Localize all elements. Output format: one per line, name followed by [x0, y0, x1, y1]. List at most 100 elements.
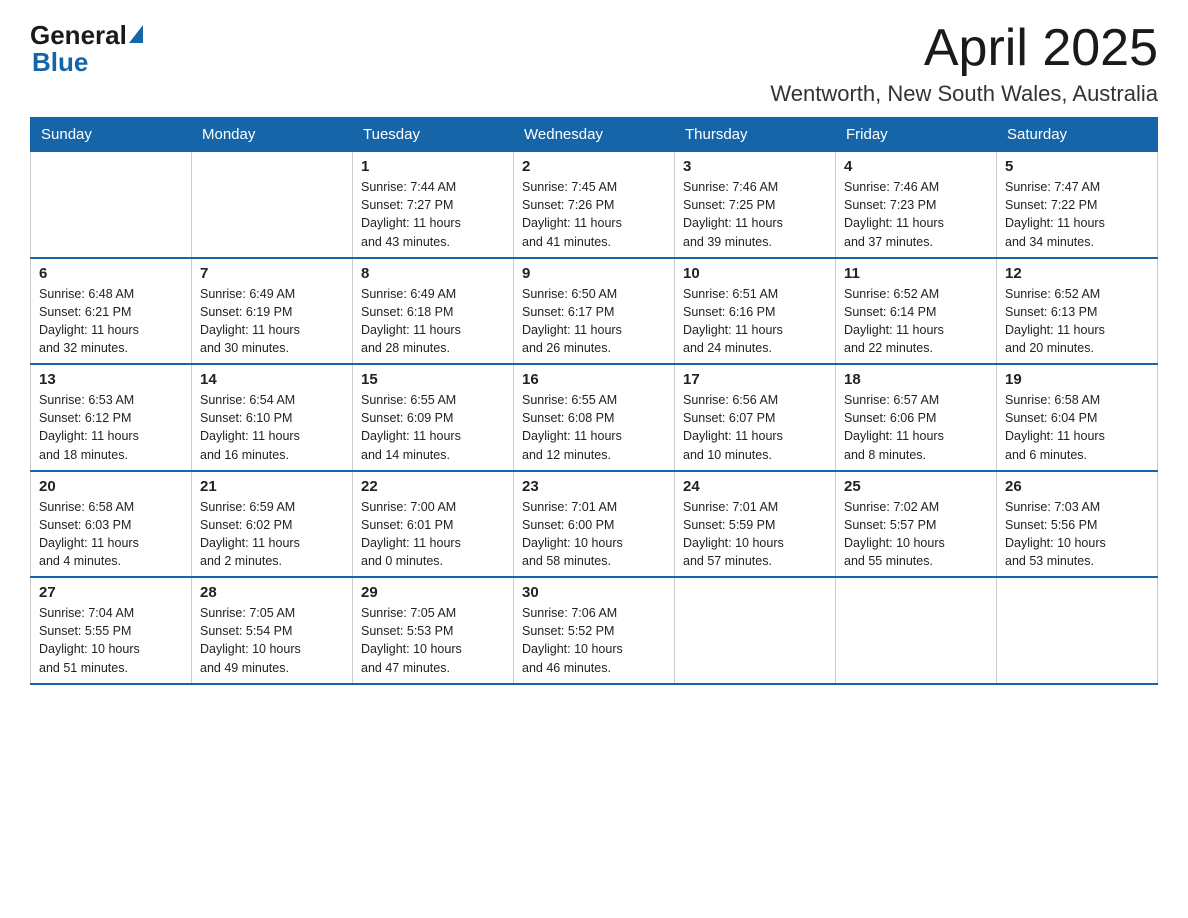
- day-info: Sunrise: 7:46 AMSunset: 7:25 PMDaylight:…: [683, 178, 827, 251]
- calendar-cell: 10Sunrise: 6:51 AMSunset: 6:16 PMDayligh…: [675, 258, 836, 365]
- calendar-cell: 22Sunrise: 7:00 AMSunset: 6:01 PMDayligh…: [353, 471, 514, 578]
- day-info: Sunrise: 7:01 AMSunset: 5:59 PMDaylight:…: [683, 498, 827, 571]
- calendar-header: SundayMondayTuesdayWednesdayThursdayFrid…: [31, 118, 1158, 152]
- day-number: 27: [39, 584, 183, 601]
- day-info: Sunrise: 6:57 AMSunset: 6:06 PMDaylight:…: [844, 391, 988, 464]
- day-info: Sunrise: 6:48 AMSunset: 6:21 PMDaylight:…: [39, 285, 183, 358]
- calendar-cell: 1Sunrise: 7:44 AMSunset: 7:27 PMDaylight…: [353, 152, 514, 258]
- day-number: 24: [683, 478, 827, 495]
- day-number: 15: [361, 371, 505, 388]
- week-row-3: 13 Sunrise: 6:53 AMSunset: 6:12 PMDayligh…: [31, 364, 1158, 471]
- calendar-cell: 18 Sunrise: 6:57 AMSunset: 6:06 PMDayligh…: [836, 364, 997, 471]
- day-number: 30: [522, 584, 666, 601]
- day-number: 20: [39, 478, 183, 495]
- day-info: Sunrise: 6:55 AMSunset: 6:08 PMDaylight:…: [522, 391, 666, 464]
- month-title: April 2025: [770, 20, 1158, 77]
- day-number: 3: [683, 158, 827, 175]
- day-number: 13: [39, 371, 183, 388]
- calendar-cell: [675, 577, 836, 684]
- day-of-week-monday: Monday: [192, 118, 353, 152]
- calendar-cell: 12Sunrise: 6:52 AMSunset: 6:13 PMDayligh…: [997, 258, 1158, 365]
- day-info: Sunrise: 7:02 AMSunset: 5:57 PMDaylight:…: [844, 498, 988, 571]
- day-number: 4: [844, 158, 988, 175]
- calendar-table: SundayMondayTuesdayWednesdayThursdayFrid…: [30, 117, 1158, 685]
- day-number: 26: [1005, 478, 1149, 495]
- calendar-cell: 11 Sunrise: 6:52 AMSunset: 6:14 PMDayligh…: [836, 258, 997, 365]
- day-number: 21: [200, 478, 344, 495]
- header: General Blue April 2025 Wentworth, New S…: [30, 20, 1158, 107]
- calendar-body: 1Sunrise: 7:44 AMSunset: 7:27 PMDaylight…: [31, 152, 1158, 684]
- day-number: 7: [200, 265, 344, 282]
- calendar-cell: 27 Sunrise: 7:04 AMSunset: 5:55 PMDayligh…: [31, 577, 192, 684]
- day-info: Sunrise: 6:58 AMSunset: 6:04 PMDaylight:…: [1005, 391, 1149, 464]
- calendar-cell: 30 Sunrise: 7:06 AMSunset: 5:52 PMDayligh…: [514, 577, 675, 684]
- day-info: Sunrise: 7:04 AMSunset: 5:55 PMDaylight:…: [39, 604, 183, 677]
- calendar-cell: 9 Sunrise: 6:50 AMSunset: 6:17 PMDaylight…: [514, 258, 675, 365]
- days-of-week-row: SundayMondayTuesdayWednesdayThursdayFrid…: [31, 118, 1158, 152]
- location-title: Wentworth, New South Wales, Australia: [770, 81, 1158, 107]
- calendar-cell: 17 Sunrise: 6:56 AMSunset: 6:07 PMDayligh…: [675, 364, 836, 471]
- day-info: Sunrise: 6:58 AMSunset: 6:03 PMDaylight:…: [39, 498, 183, 571]
- calendar-cell: 19 Sunrise: 6:58 AMSunset: 6:04 PMDayligh…: [997, 364, 1158, 471]
- day-number: 29: [361, 584, 505, 601]
- calendar-cell: 21 Sunrise: 6:59 AMSunset: 6:02 PMDayligh…: [192, 471, 353, 578]
- day-info: Sunrise: 7:45 AMSunset: 7:26 PMDaylight:…: [522, 178, 666, 251]
- day-of-week-sunday: Sunday: [31, 118, 192, 152]
- calendar-cell: 26Sunrise: 7:03 AMSunset: 5:56 PMDayligh…: [997, 471, 1158, 578]
- calendar-cell: 23 Sunrise: 7:01 AMSunset: 6:00 PMDayligh…: [514, 471, 675, 578]
- day-info: Sunrise: 7:05 AMSunset: 5:54 PMDaylight:…: [200, 604, 344, 677]
- day-number: 14: [200, 371, 344, 388]
- calendar-cell: 6Sunrise: 6:48 AMSunset: 6:21 PMDaylight…: [31, 258, 192, 365]
- day-info: Sunrise: 6:49 AMSunset: 6:18 PMDaylight:…: [361, 285, 505, 358]
- calendar-cell: 24 Sunrise: 7:01 AMSunset: 5:59 PMDayligh…: [675, 471, 836, 578]
- day-number: 22: [361, 478, 505, 495]
- day-number: 5: [1005, 158, 1149, 175]
- calendar-cell: 7 Sunrise: 6:49 AMSunset: 6:19 PMDaylight…: [192, 258, 353, 365]
- day-of-week-thursday: Thursday: [675, 118, 836, 152]
- day-info: Sunrise: 6:54 AMSunset: 6:10 PMDaylight:…: [200, 391, 344, 464]
- day-info: Sunrise: 7:46 AMSunset: 7:23 PMDaylight:…: [844, 178, 988, 251]
- day-of-week-wednesday: Wednesday: [514, 118, 675, 152]
- day-info: Sunrise: 7:06 AMSunset: 5:52 PMDaylight:…: [522, 604, 666, 677]
- logo-blue-text: Blue: [30, 47, 88, 78]
- calendar-cell: 13 Sunrise: 6:53 AMSunset: 6:12 PMDayligh…: [31, 364, 192, 471]
- week-row-4: 20 Sunrise: 6:58 AMSunset: 6:03 PMDayligh…: [31, 471, 1158, 578]
- day-info: Sunrise: 6:52 AMSunset: 6:14 PMDaylight:…: [844, 285, 988, 358]
- day-info: Sunrise: 6:53 AMSunset: 6:12 PMDaylight:…: [39, 391, 183, 464]
- calendar-cell: [997, 577, 1158, 684]
- title-area: April 2025 Wentworth, New South Wales, A…: [770, 20, 1158, 107]
- day-number: 16: [522, 371, 666, 388]
- calendar-cell: 8 Sunrise: 6:49 AMSunset: 6:18 PMDaylight…: [353, 258, 514, 365]
- day-number: 1: [361, 158, 505, 175]
- day-info: Sunrise: 7:05 AMSunset: 5:53 PMDaylight:…: [361, 604, 505, 677]
- day-info: Sunrise: 7:47 AMSunset: 7:22 PMDaylight:…: [1005, 178, 1149, 251]
- day-number: 11: [844, 265, 988, 282]
- day-info: Sunrise: 6:49 AMSunset: 6:19 PMDaylight:…: [200, 285, 344, 358]
- day-number: 19: [1005, 371, 1149, 388]
- day-info: Sunrise: 6:55 AMSunset: 6:09 PMDaylight:…: [361, 391, 505, 464]
- day-info: Sunrise: 6:50 AMSunset: 6:17 PMDaylight:…: [522, 285, 666, 358]
- day-info: Sunrise: 7:01 AMSunset: 6:00 PMDaylight:…: [522, 498, 666, 571]
- week-row-2: 6Sunrise: 6:48 AMSunset: 6:21 PMDaylight…: [31, 258, 1158, 365]
- day-of-week-tuesday: Tuesday: [353, 118, 514, 152]
- calendar-cell: [836, 577, 997, 684]
- day-number: 8: [361, 265, 505, 282]
- calendar-cell: 2Sunrise: 7:45 AMSunset: 7:26 PMDaylight…: [514, 152, 675, 258]
- day-info: Sunrise: 6:51 AMSunset: 6:16 PMDaylight:…: [683, 285, 827, 358]
- calendar-cell: 14 Sunrise: 6:54 AMSunset: 6:10 PMDayligh…: [192, 364, 353, 471]
- calendar-cell: 4 Sunrise: 7:46 AMSunset: 7:23 PMDaylight…: [836, 152, 997, 258]
- day-number: 23: [522, 478, 666, 495]
- day-number: 17: [683, 371, 827, 388]
- day-info: Sunrise: 6:59 AMSunset: 6:02 PMDaylight:…: [200, 498, 344, 571]
- calendar-cell: 15 Sunrise: 6:55 AMSunset: 6:09 PMDayligh…: [353, 364, 514, 471]
- day-number: 9: [522, 265, 666, 282]
- day-number: 18: [844, 371, 988, 388]
- day-number: 25: [844, 478, 988, 495]
- calendar-cell: 25 Sunrise: 7:02 AMSunset: 5:57 PMDayligh…: [836, 471, 997, 578]
- calendar-cell: 5 Sunrise: 7:47 AMSunset: 7:22 PMDaylight…: [997, 152, 1158, 258]
- day-number: 12: [1005, 265, 1149, 282]
- logo-triangle-icon: [129, 25, 143, 43]
- calendar-cell: 20 Sunrise: 6:58 AMSunset: 6:03 PMDayligh…: [31, 471, 192, 578]
- calendar-cell: 29 Sunrise: 7:05 AMSunset: 5:53 PMDayligh…: [353, 577, 514, 684]
- day-info: Sunrise: 6:56 AMSunset: 6:07 PMDaylight:…: [683, 391, 827, 464]
